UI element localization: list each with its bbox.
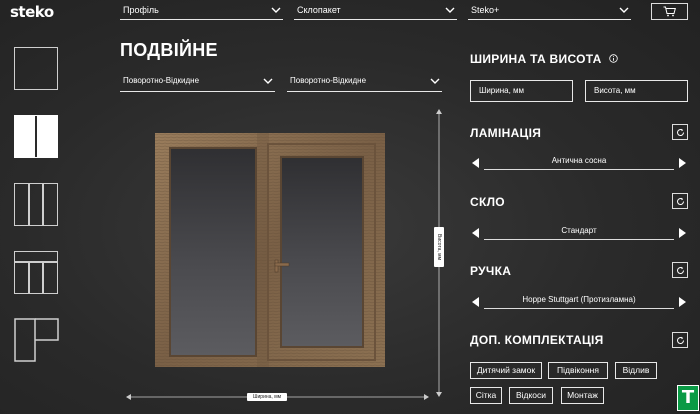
cart-button[interactable] [651,3,688,20]
window-type-triple-transom[interactable] [14,251,58,294]
chevron-down-icon [271,7,281,13]
transom-divider [15,261,57,263]
chevron-down-icon [430,78,440,84]
extra-mosquito-net[interactable]: Сітка [470,387,502,404]
window-type-single[interactable] [14,47,58,90]
series-select[interactable]: Steko+ [468,3,631,20]
lamination-selector[interactable]: Антична сосна [470,156,688,170]
extras-section-title: ДОП. КОМПЛЕКТАЦІЯ [470,333,604,347]
extra-child-lock[interactable]: Дитячий замок [470,362,542,379]
size-section-title-text: ШИРИНА ТА ВИСОТА [470,52,602,66]
arrow-right-icon[interactable] [679,297,686,307]
profile-select[interactable]: Профіль [120,3,283,20]
chevron-down-icon [445,7,455,13]
sash-divider [42,261,44,293]
height-dimension-label[interactable]: Висота, мм [434,227,444,267]
t-badge[interactable]: T [677,385,699,411]
glass-unit-select[interactable]: Склопакет [294,3,457,20]
series-select-value: Steko+ [471,5,500,15]
handle-selector[interactable]: Hoppe Stuttgart (Протизламна) [470,295,688,309]
arrow-right-icon[interactable] [679,158,686,168]
page-title: ПОДВІЙНЕ [120,40,218,60]
glass-selector[interactable]: Стандарт [470,226,688,240]
refresh-icon [676,336,684,344]
arrow-right-icon[interactable] [679,228,686,238]
left-sash-opening-value: Поворотно-Відкидне [123,76,200,85]
window-type-balcony-block[interactable] [14,318,59,362]
chevron-down-icon [263,78,273,84]
extra-installation[interactable]: Монтаж [561,387,604,404]
width-dimension-label[interactable]: Ширина, мм [247,393,287,401]
selector-underline [484,239,674,240]
glass-reset-button[interactable] [672,193,688,209]
glass-unit-select-value: Склопакет [297,5,341,15]
glass-value: Стандарт [561,226,597,235]
sash-divider [28,261,30,293]
refresh-icon [676,266,684,274]
extra-slopes[interactable]: Відкоси [509,387,553,404]
arrow-left-icon[interactable] [472,297,479,307]
selector-underline [484,169,674,170]
right-sash-opening-select[interactable]: Поворотно-Відкидне [287,74,442,92]
window-type-double[interactable] [14,115,58,158]
extra-window-sill[interactable]: Підвіконня [548,362,608,379]
sash-divider [42,184,44,225]
handle-section-title: РУЧКА [470,264,512,278]
lamination-section-title: ЛАМІНАЦІЯ [470,126,542,140]
arrow-left-icon[interactable] [472,228,479,238]
cart-icon [663,6,676,17]
lamination-reset-button[interactable] [672,124,688,140]
glass-section-title: СКЛО [470,195,505,209]
profile-select-value: Профіль [123,5,159,15]
chevron-down-icon [619,7,629,13]
sash-divider [28,184,30,225]
refresh-icon [676,128,684,136]
window-type-triple[interactable] [14,183,58,226]
height-input[interactable]: Висота, мм [585,80,688,102]
extras-reset-button[interactable] [672,332,688,348]
width-input[interactable]: Ширина, мм [470,80,573,102]
handle-value: Hoppe Stuttgart (Протизламна) [522,295,636,304]
left-sash-opening-select[interactable]: Поворотно-Відкидне [120,74,275,92]
info-icon[interactable] [609,54,618,63]
lamination-value: Антична сосна [551,156,607,165]
handle-reset-button[interactable] [672,262,688,278]
extra-drip-cap[interactable]: Відлив [615,362,657,379]
selector-underline [484,308,674,309]
sash-divider [35,116,37,157]
refresh-icon [676,197,684,205]
window-preview [155,133,385,367]
right-sash-opening-value: Поворотно-Відкидне [290,76,367,85]
steko-logo[interactable]: steko [10,3,54,21]
arrow-left-icon[interactable] [472,158,479,168]
size-section-title: ШИРИНА ТА ВИСОТА [470,52,618,66]
